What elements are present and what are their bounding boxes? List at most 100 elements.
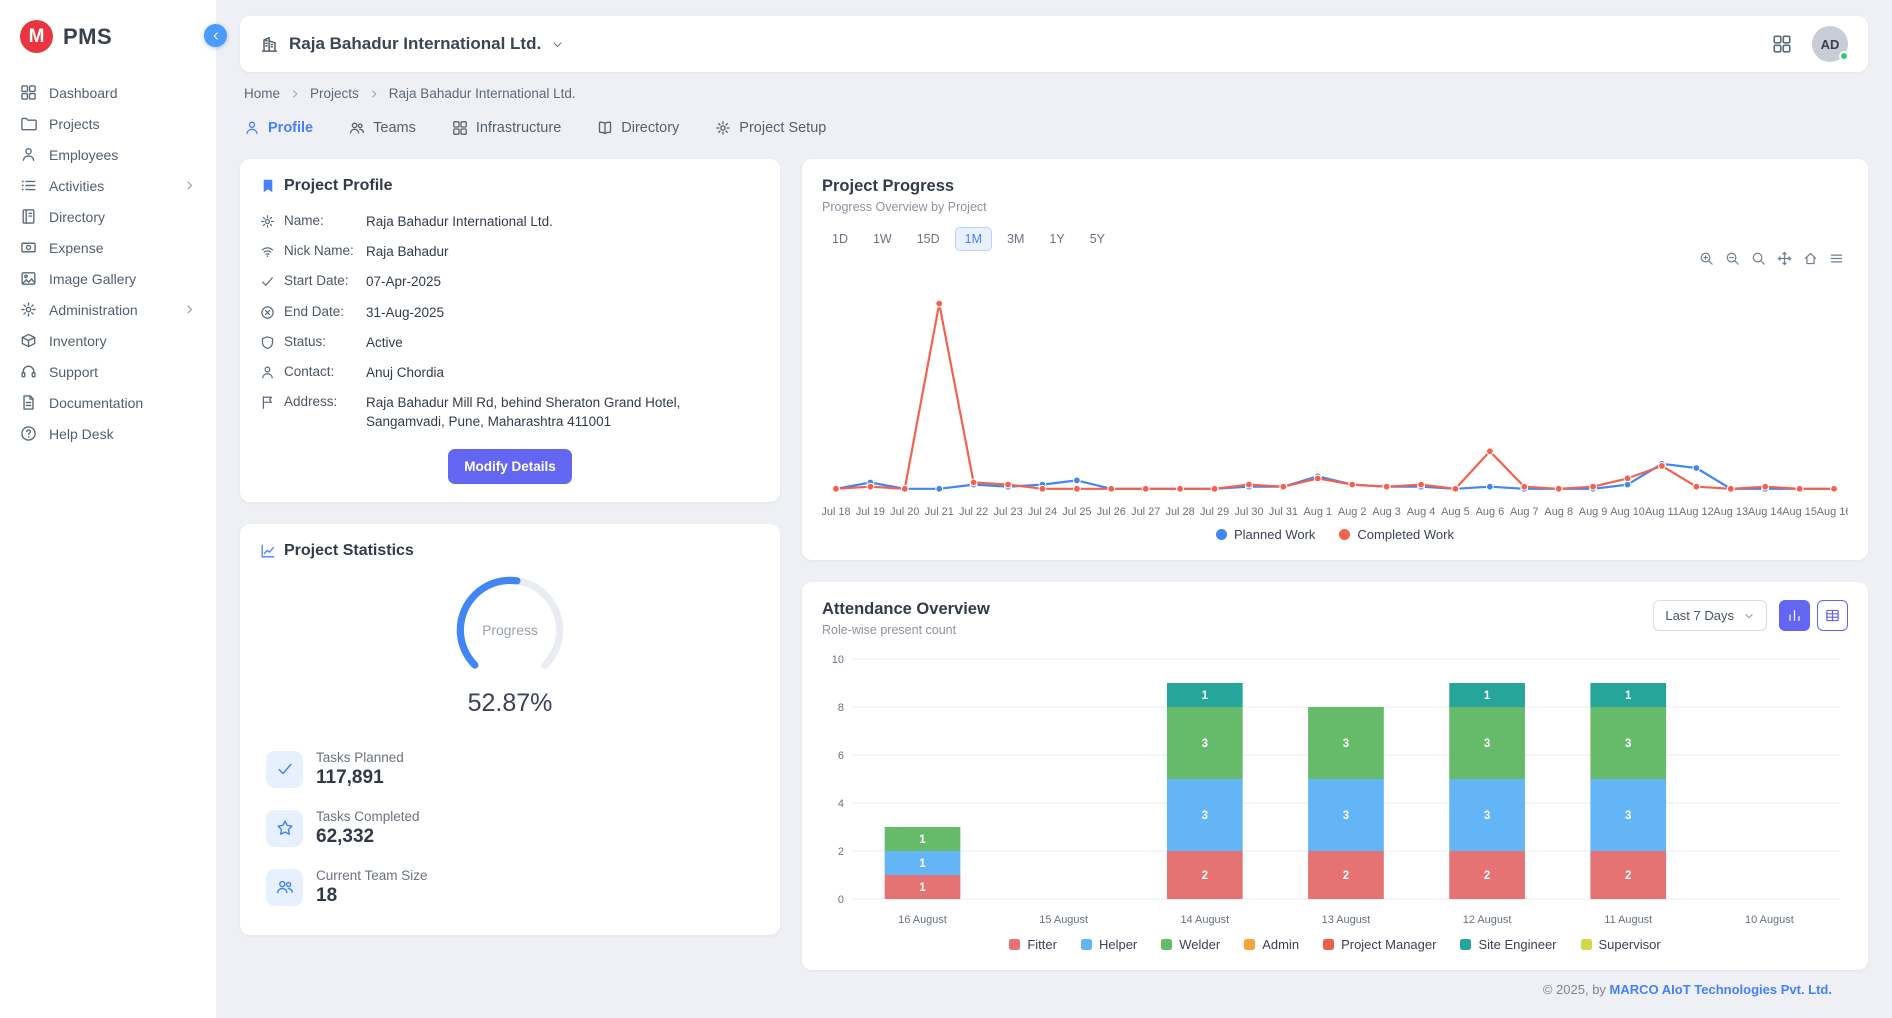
svg-text:Aug 6: Aug 6 [1476, 506, 1505, 518]
legend-label: Supervisor [1599, 937, 1661, 952]
stat-value: 18 [316, 885, 428, 907]
svg-text:Aug 5: Aug 5 [1441, 506, 1470, 518]
sidebar-item-expense[interactable]: Expense [0, 232, 216, 263]
profile-field-address: Address:Raja Bahadur Mill Rd, behind She… [260, 394, 760, 430]
legend-label: Site Engineer [1478, 937, 1556, 952]
chart-menu-icon[interactable] [1829, 251, 1844, 266]
statistics-card-title: Project Statistics [284, 542, 414, 560]
svg-text:6: 6 [838, 750, 844, 762]
tab-teams[interactable]: Teams [349, 120, 416, 136]
shield-icon [260, 335, 280, 350]
legend-item-planned-work[interactable]: Planned Work [1216, 527, 1315, 542]
sidebar-item-support[interactable]: Support [0, 356, 216, 387]
tab-project-setup[interactable]: Project Setup [715, 120, 826, 136]
svg-text:15 August: 15 August [1039, 914, 1088, 926]
sidebar-item-documentation[interactable]: Documentation [0, 387, 216, 418]
zoom-in-icon[interactable] [1699, 251, 1714, 266]
svg-text:Jul 22: Jul 22 [959, 506, 988, 518]
table-view-button[interactable] [1817, 600, 1848, 631]
sidebar-item-inventory[interactable]: Inventory [0, 325, 216, 356]
sidebar-item-administration[interactable]: Administration [0, 294, 216, 325]
svg-text:4: 4 [838, 798, 844, 810]
range-3m[interactable]: 3M [997, 227, 1034, 251]
tab-profile[interactable]: Profile [244, 120, 313, 136]
legend-item-admin[interactable]: Admin [1244, 937, 1299, 952]
project-progress-card: Project Progress Progress Overview by Pr… [802, 159, 1868, 560]
field-label: Contact: [284, 364, 366, 379]
breadcrumb-home[interactable]: Home [244, 86, 280, 101]
range-1m[interactable]: 1M [955, 227, 992, 251]
sidebar-item-projects[interactable]: Projects [0, 108, 216, 139]
attendance-card-title: Attendance Overview [822, 600, 990, 619]
tab-label: Infrastructure [476, 120, 561, 136]
check-icon [266, 751, 303, 788]
reset-zoom-icon[interactable] [1803, 251, 1818, 266]
sidebar-item-label: Administration [49, 302, 171, 318]
tab-directory[interactable]: Directory [597, 120, 679, 136]
footer-link[interactable]: MARCO AIoT Technologies Pvt. Ltd. [1610, 982, 1832, 997]
progress-card-title: Project Progress [822, 177, 1848, 196]
svg-text:2: 2 [1202, 870, 1208, 882]
sidebar-item-dashboard[interactable]: Dashboard [0, 77, 216, 108]
range-1y[interactable]: 1Y [1039, 227, 1074, 251]
grid-icon [452, 120, 468, 136]
legend-item-completed-work[interactable]: Completed Work [1339, 527, 1454, 542]
sidebar-item-directory[interactable]: Directory [0, 201, 216, 232]
sidebar-item-activities[interactable]: Activities [0, 170, 216, 201]
broadcast-icon [260, 244, 280, 259]
statistics-list: Tasks Planned117,891Tasks Completed62,33… [260, 740, 760, 917]
svg-text:Aug 3: Aug 3 [1372, 506, 1401, 518]
legend-item-site-engineer[interactable]: Site Engineer [1460, 937, 1556, 952]
legend-item-helper[interactable]: Helper [1081, 937, 1137, 952]
range-1w[interactable]: 1W [863, 227, 902, 251]
gauge-label: Progress [482, 622, 538, 638]
sidebar-item-image-gallery[interactable]: Image Gallery [0, 263, 216, 294]
svg-text:Aug 15: Aug 15 [1782, 506, 1817, 518]
progress-line-chart[interactable]: Jul 18Jul 19Jul 20Jul 21Jul 22Jul 23Jul … [822, 275, 1848, 523]
attendance-bar-chart[interactable]: 024681011116 August15 August233114 Augus… [822, 649, 1848, 933]
svg-text:Jul 29: Jul 29 [1200, 506, 1229, 518]
svg-text:3: 3 [1625, 810, 1631, 822]
selection-zoom-icon[interactable] [1751, 251, 1766, 266]
zoom-out-icon[interactable] [1725, 251, 1740, 266]
bar-view-button[interactable] [1779, 600, 1810, 631]
topbar: Raja Bahadur International Ltd. AD [240, 16, 1868, 72]
sidebar-item-employees[interactable]: Employees [0, 139, 216, 170]
sidebar-collapse-button[interactable] [204, 24, 227, 47]
legend-item-project-manager[interactable]: Project Manager [1323, 937, 1436, 952]
sidebar-item-label: Directory [49, 209, 196, 225]
documentation-icon [20, 394, 37, 411]
modify-details-button[interactable]: Modify Details [448, 449, 572, 484]
svg-text:8: 8 [838, 702, 844, 714]
avatar[interactable]: AD [1812, 26, 1848, 62]
legend-item-supervisor[interactable]: Supervisor [1581, 937, 1661, 952]
days-range-select[interactable]: Last 7 Days [1653, 600, 1767, 631]
svg-text:16 August: 16 August [898, 914, 947, 926]
user-icon [244, 120, 260, 136]
chevron-down-icon [1743, 610, 1755, 622]
teams-icon [349, 120, 365, 136]
tab-infrastructure[interactable]: Infrastructure [452, 120, 561, 136]
range-15d[interactable]: 15D [907, 227, 950, 251]
profile-card-title: Project Profile [284, 177, 392, 195]
svg-text:Jul 30: Jul 30 [1234, 506, 1263, 518]
pan-icon[interactable] [1777, 251, 1792, 266]
svg-text:3: 3 [1484, 738, 1490, 750]
sidebar: M PMS DashboardProjectsEmployeesActiviti… [0, 0, 216, 1018]
field-value: Active [366, 334, 760, 352]
range-1d[interactable]: 1D [822, 227, 858, 251]
bar-chart-icon [1787, 608, 1802, 623]
field-label: Address: [284, 394, 366, 409]
apps-grid-icon[interactable] [1772, 34, 1792, 54]
svg-text:2: 2 [1343, 870, 1349, 882]
field-label: Name: [284, 213, 366, 228]
flag-icon [260, 395, 280, 410]
range-5y[interactable]: 5Y [1080, 227, 1115, 251]
breadcrumb-projects[interactable]: Projects [310, 86, 359, 101]
sidebar-item-help-desk[interactable]: Help Desk [0, 418, 216, 449]
stat-tasks-planned: Tasks Planned117,891 [260, 740, 760, 799]
project-profile-card: Project Profile Name:Raja Bahadur Intern… [240, 159, 780, 502]
company-selector[interactable]: Raja Bahadur International Ltd. [260, 34, 564, 54]
legend-item-fitter[interactable]: Fitter [1009, 937, 1057, 952]
legend-item-welder[interactable]: Welder [1161, 937, 1220, 952]
